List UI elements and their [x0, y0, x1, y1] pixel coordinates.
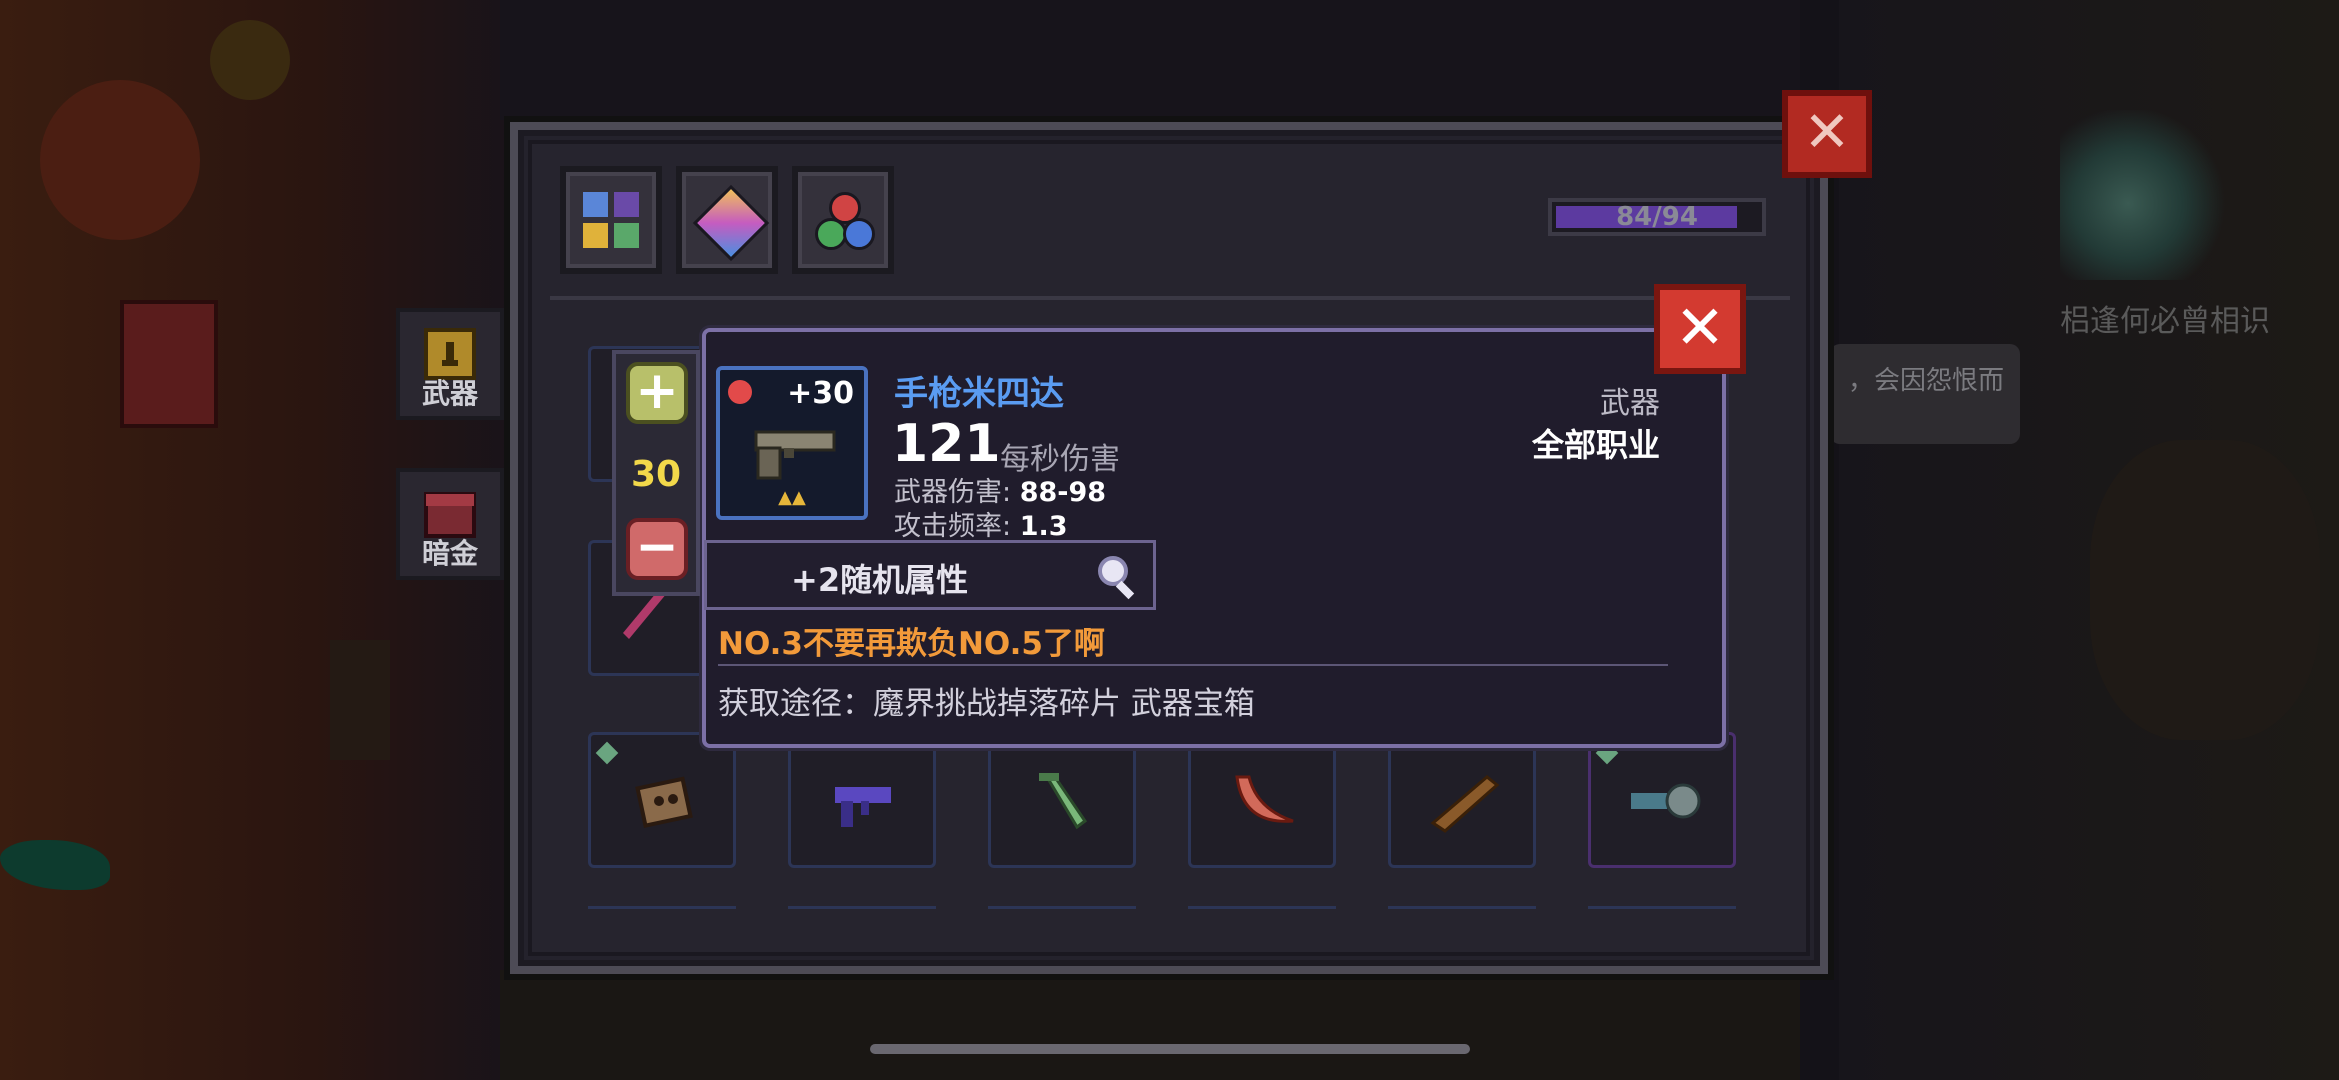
- rarity-gem-icon: [595, 741, 619, 765]
- inventory-slot[interactable]: [788, 732, 936, 868]
- color-grid-icon: [583, 192, 639, 248]
- item-type: 武器: [1600, 386, 1660, 421]
- background-decoration: [210, 20, 290, 100]
- random-attribute-label: +2随机属性: [791, 561, 969, 599]
- item-flavor-text: NO.3不要再欺负NO.5了啊: [718, 626, 1105, 662]
- side-tab-dark-gold[interactable]: 暗金: [396, 468, 504, 580]
- background-floor: [500, 970, 1800, 1080]
- attack-rate-value: 1.3: [1019, 511, 1068, 542]
- inventory-slot-edge: [988, 906, 1136, 923]
- tab-gem[interactable]: [676, 166, 778, 274]
- boomerang-item-icon: [1235, 775, 1294, 823]
- item-name: 手枪米四达: [894, 374, 1064, 414]
- npc-caption: 梠逢何必曾相识: [2060, 304, 2270, 339]
- diamond-gem-icon: [692, 184, 770, 262]
- inventory-slot-edge: [1388, 906, 1536, 923]
- capacity-text: 84/94: [1616, 202, 1698, 232]
- inventory-slot[interactable]: [1388, 732, 1536, 868]
- panel-divider: [550, 296, 1790, 300]
- inventory-slot[interactable]: [588, 732, 736, 868]
- inventory-slot-edge: [1588, 906, 1736, 923]
- quantity-stepper: + 30 −: [612, 350, 700, 596]
- tab-color-grid[interactable]: [560, 166, 662, 274]
- background-tree: [2090, 440, 2320, 740]
- side-tab-weapon[interactable]: 武器: [396, 308, 504, 420]
- inventory-slot-edge: [788, 906, 936, 923]
- item-level-badge: +30: [787, 376, 854, 411]
- inventory-slot[interactable]: [988, 732, 1136, 868]
- tab-orbs[interactable]: [792, 166, 894, 274]
- magnifier-icon[interactable]: [1093, 551, 1143, 601]
- side-tab-label: 暗金: [421, 537, 478, 570]
- attack-rate-label: 攻击频率:: [894, 511, 1012, 542]
- background-chest: [120, 300, 218, 428]
- quantity-value: 30: [630, 454, 682, 495]
- dps-value: 121: [892, 414, 1001, 474]
- home-indicator[interactable]: [870, 1044, 1470, 1054]
- backpack-capacity-bar: 84/94: [1548, 198, 1766, 236]
- random-attribute-box[interactable]: +2随机属性: [704, 540, 1156, 610]
- inventory-slot[interactable]: [1188, 732, 1336, 868]
- gadget-item-icon: [635, 776, 693, 828]
- attack-rate-stat: 攻击频率: 1.3: [894, 504, 1068, 543]
- close-backpack-button[interactable]: ✕: [1782, 90, 1872, 178]
- colored-orbs-icon: [815, 192, 875, 250]
- fire-element-icon: [728, 380, 752, 404]
- npc-speech-bubble: ，会因怨恨而: [1830, 344, 2020, 444]
- uzi-item-icon: [835, 787, 891, 827]
- background-lantern: [330, 640, 390, 760]
- rifle-item-icon: [1430, 775, 1500, 833]
- quantity-increase-button[interactable]: +: [626, 362, 688, 424]
- inventory-slot[interactable]: [1588, 732, 1736, 868]
- side-tab-label: 武器: [421, 377, 478, 410]
- inventory-slot-edge: [588, 906, 736, 923]
- launcher-item-icon: [1631, 783, 1701, 819]
- pistol-icon: [754, 430, 836, 480]
- inventory-slot-edge: [1188, 906, 1336, 923]
- tooltip-divider: [718, 664, 1668, 666]
- close-tooltip-button[interactable]: ✕: [1654, 284, 1746, 374]
- npc-avatar: [2060, 110, 2230, 280]
- item-class-restriction: 全部职业: [1531, 426, 1660, 464]
- item-source-text: 获取途径：魔界挑战掉落碎片 武器宝箱: [718, 686, 1255, 722]
- background-decoration: [40, 80, 200, 240]
- item-icon-frame: +30 ▲▲: [716, 366, 868, 520]
- background-top-wall: [500, 0, 1800, 120]
- item-rarity-stars: ▲▲: [778, 487, 806, 508]
- quantity-decrease-button[interactable]: −: [626, 518, 688, 580]
- dagger-item-icon: [1039, 773, 1088, 830]
